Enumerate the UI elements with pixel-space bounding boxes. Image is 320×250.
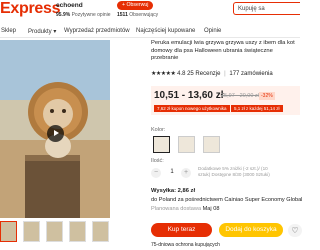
- thumbnail-4[interactable]: [69, 221, 86, 242]
- positive-value: 95.9%: [56, 12, 71, 18]
- follow-button[interactable]: + Obserwuj: [117, 1, 154, 10]
- delivery-estimate: Planowana dostawa Maj 08: [151, 206, 219, 212]
- header: Express echoend 95.9% Pozytywne opinie +…: [0, 0, 300, 24]
- star-rating-icons: ★★★★★: [151, 71, 176, 77]
- store-rating: 95.9% Pozytywne opinie: [56, 12, 111, 18]
- coupon-store[interactable]: 5,1 zł z każdej 51,14 zł: [231, 105, 283, 112]
- nav-item-opinie[interactable]: Opinie: [204, 28, 221, 34]
- search-input[interactable]: Kupuję sa: [233, 2, 300, 15]
- separator: |: [224, 71, 226, 77]
- buyer-protection: 75-dniowa ochrona kupujących: [151, 242, 220, 248]
- price: 10,51 - 13,60 zł: [154, 90, 224, 101]
- shipping-value: 2,86 zł: [177, 188, 196, 194]
- followers-label: Obserwujący: [129, 12, 159, 18]
- quantity-label: Ilość:: [151, 158, 164, 164]
- stock-info: Dodatkowe 5% zniżki (-2 szt.)/ (10 sztuk…: [198, 166, 270, 177]
- orders-count: 177 zamówienia: [229, 71, 273, 77]
- store-nav: Sklep Produkty ▾ Wyprzedaż przedmiotów N…: [0, 26, 300, 38]
- delivery-date: Maj 08: [202, 206, 220, 212]
- thumbnail-3[interactable]: [46, 221, 63, 242]
- delivery-label: Planowana dostawa: [151, 206, 202, 212]
- positive-label: Pozytywne opinie: [71, 12, 111, 18]
- shipping-route[interactable]: do Poland za pośrednictwem Cainiao Super…: [151, 197, 302, 203]
- nav-item-sklep[interactable]: Sklep: [1, 28, 16, 34]
- chevron-down-icon: ▾: [53, 29, 57, 35]
- thumbnail-strip: [0, 221, 112, 243]
- followers: 1511 Obserwujący: [117, 12, 158, 18]
- nav-item-wyprzedaz[interactable]: Wyprzedaż przedmiotów: [64, 28, 130, 34]
- thumbnail-5[interactable]: [92, 221, 109, 242]
- old-price: 15,97 - 20,00 zł: [221, 93, 259, 99]
- shipping-label: Wysyłka:: [151, 188, 177, 194]
- quantity-plus-button[interactable]: +: [181, 168, 191, 178]
- quantity-value[interactable]: 1: [165, 169, 179, 175]
- product-main-image[interactable]: [0, 40, 110, 218]
- nav-item-najczesciej[interactable]: Najczęściej kupowane: [136, 28, 195, 34]
- discount-badge: -32%: [259, 92, 275, 100]
- buy-now-button[interactable]: Kup teraz: [151, 223, 212, 237]
- store-name[interactable]: echoend: [56, 2, 83, 9]
- nav-item-produkty-label: Produkty: [28, 29, 52, 35]
- thumbnail-2[interactable]: [23, 221, 40, 242]
- reviews-link[interactable]: 25 Recenzje: [187, 71, 220, 77]
- product-title: Peruka emulacji lwia grzywa grzywa uszy …: [151, 40, 295, 62]
- color-option-2[interactable]: [178, 136, 195, 153]
- color-label: Kolor:: [151, 127, 166, 133]
- shipping-price: Wysyłka: 2,86 zł: [151, 188, 195, 194]
- wishlist-heart-icon[interactable]: ♡: [288, 224, 302, 237]
- rating-value: 4.8: [177, 71, 186, 77]
- quantity-stepper: − 1 +: [151, 168, 193, 178]
- price-box: 10,51 - 13,60 zł 15,97 - 20,00 zł -32% 7…: [151, 86, 300, 115]
- followers-count: 1511: [117, 12, 128, 18]
- play-video-button[interactable]: [47, 125, 64, 142]
- rating-row: ★★★★★ 4.8 25 Recenzje | 177 zamówienia: [151, 70, 273, 77]
- aliexpress-logo[interactable]: Express: [0, 0, 60, 18]
- coupon-new-user[interactable]: 7,62 zł kupon nowego użytkownika: [154, 105, 230, 112]
- color-option-1[interactable]: [153, 136, 170, 153]
- nav-item-produkty[interactable]: Produkty ▾: [28, 28, 56, 35]
- add-to-cart-button[interactable]: Dodaj do koszyka: [219, 223, 283, 237]
- thumbnail-1[interactable]: [0, 221, 17, 242]
- quantity-minus-button[interactable]: −: [151, 168, 161, 178]
- color-option-3[interactable]: [203, 136, 220, 153]
